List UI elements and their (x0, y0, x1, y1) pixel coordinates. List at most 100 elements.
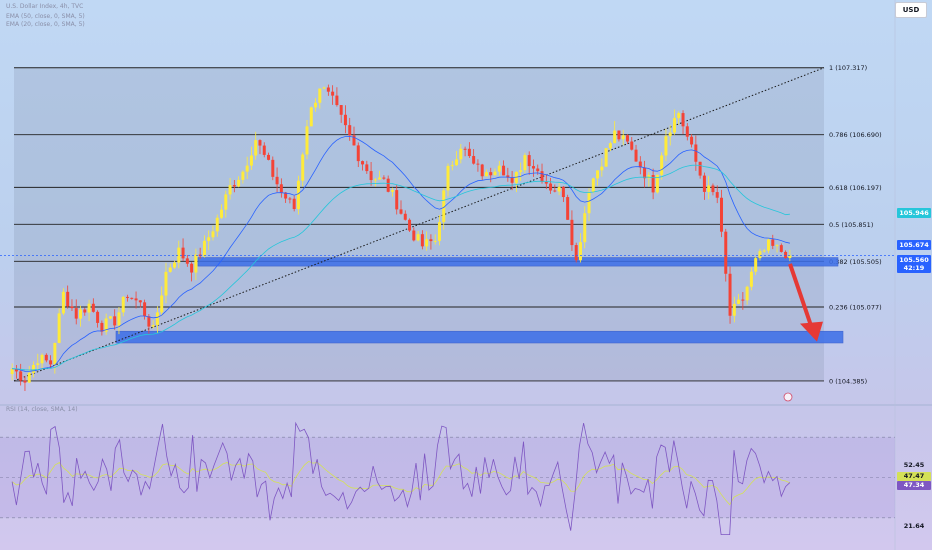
candle-body (519, 170, 523, 172)
candle-body (249, 155, 253, 166)
candle-body (190, 263, 194, 273)
candle-body (630, 141, 634, 150)
candle-body (254, 140, 258, 156)
candle-body (224, 194, 228, 210)
candle-body (309, 107, 313, 127)
candle-body (459, 148, 463, 160)
candle-body (271, 159, 275, 177)
candle-body (399, 209, 403, 214)
candle-body (61, 291, 65, 314)
candle-body (698, 161, 702, 176)
candle-body (561, 186, 565, 198)
ema20-price-tag: 105.674 (897, 240, 931, 250)
candle-body (10, 368, 14, 375)
candle-body (604, 148, 608, 167)
candle-body (83, 309, 87, 313)
candle-body (732, 303, 736, 316)
pane-control-icon (783, 392, 793, 402)
candle-body (437, 222, 441, 241)
candle-body (382, 177, 386, 179)
candle-body (314, 102, 318, 108)
candle-body (173, 262, 177, 268)
candle-body (724, 231, 728, 274)
candle-body (758, 251, 762, 259)
candle-body (202, 240, 206, 257)
candle-body (403, 213, 407, 220)
candle-body (57, 313, 61, 343)
candle-body (480, 164, 484, 177)
candle-body (79, 309, 83, 319)
candle-body (681, 113, 685, 127)
legend-ema20[interactable]: EMA (20, close, 0, SMA, 5) (6, 21, 85, 28)
candle-body (305, 126, 309, 155)
candle-body (27, 372, 31, 383)
candle-body (245, 165, 249, 172)
candle-body (779, 245, 783, 252)
candle-body (502, 165, 506, 176)
rsi-legend[interactable]: RSI (14, close, SMA, 14) (6, 406, 78, 413)
candle-body (160, 295, 164, 313)
candle-body (185, 258, 189, 264)
candle-body (292, 198, 296, 210)
candle-body (583, 213, 587, 243)
candle-body (668, 132, 672, 137)
candle-body (476, 163, 480, 165)
candle-body (784, 251, 788, 258)
legend-symbol[interactable]: U.S. Dollar Index, 4h, TVC (6, 3, 83, 10)
candle-body (425, 239, 429, 247)
candle-body (126, 296, 130, 298)
rsi-level-tag: 52.45 (903, 461, 925, 469)
candle-body (296, 180, 300, 210)
candle-body (613, 130, 617, 144)
legend-ema50[interactable]: EMA (50, close, 0, SMA, 5) (6, 13, 85, 20)
candle-body (493, 171, 497, 176)
candle-body (745, 286, 749, 301)
candle-body (707, 185, 711, 192)
candle-body (762, 250, 766, 252)
candle-body (66, 291, 70, 307)
candle-body (574, 245, 578, 261)
candle-body (138, 300, 142, 303)
support-zone (197, 257, 839, 267)
candle-body (36, 363, 40, 365)
candle-body (702, 175, 706, 192)
candle-body (416, 234, 420, 241)
candle-body (220, 209, 224, 218)
candle-body (711, 185, 715, 193)
candle-body (335, 95, 339, 106)
chart-canvas[interactable]: 1 (107.317) 0.786 (106.690) 0.618 (106.197… (0, 0, 932, 550)
candle-body (134, 298, 138, 301)
candle-body (523, 155, 527, 171)
candle-body (373, 179, 377, 181)
candle-body (728, 273, 732, 316)
candle-body (181, 247, 185, 259)
candle-body (121, 296, 125, 313)
candle-body (275, 176, 279, 185)
candle-body (113, 316, 117, 326)
candle-body (288, 198, 292, 200)
candle-body (237, 179, 241, 187)
candle-body (591, 178, 595, 193)
candle-body (540, 171, 544, 182)
currency-button[interactable]: USD (895, 2, 927, 18)
candle-body (151, 325, 155, 327)
candle-body (258, 140, 262, 146)
candle-body (164, 271, 168, 296)
candle-body (168, 267, 172, 272)
candle-body (719, 197, 723, 232)
candle-body (23, 380, 27, 383)
candle-body (339, 105, 343, 115)
candle-body (32, 364, 35, 373)
candle-body (348, 125, 352, 136)
candle-body (489, 172, 493, 176)
candle-body (74, 308, 78, 319)
ema50-price-tag: 105.946 (897, 208, 931, 218)
candle-body (408, 219, 412, 231)
candle-body (70, 306, 74, 309)
candle-body (211, 231, 215, 238)
candle-body (775, 245, 779, 247)
candle-body (472, 156, 476, 164)
candle-body (544, 181, 548, 184)
last-price-value: 105.560 (899, 256, 929, 264)
candle-body (715, 192, 719, 198)
